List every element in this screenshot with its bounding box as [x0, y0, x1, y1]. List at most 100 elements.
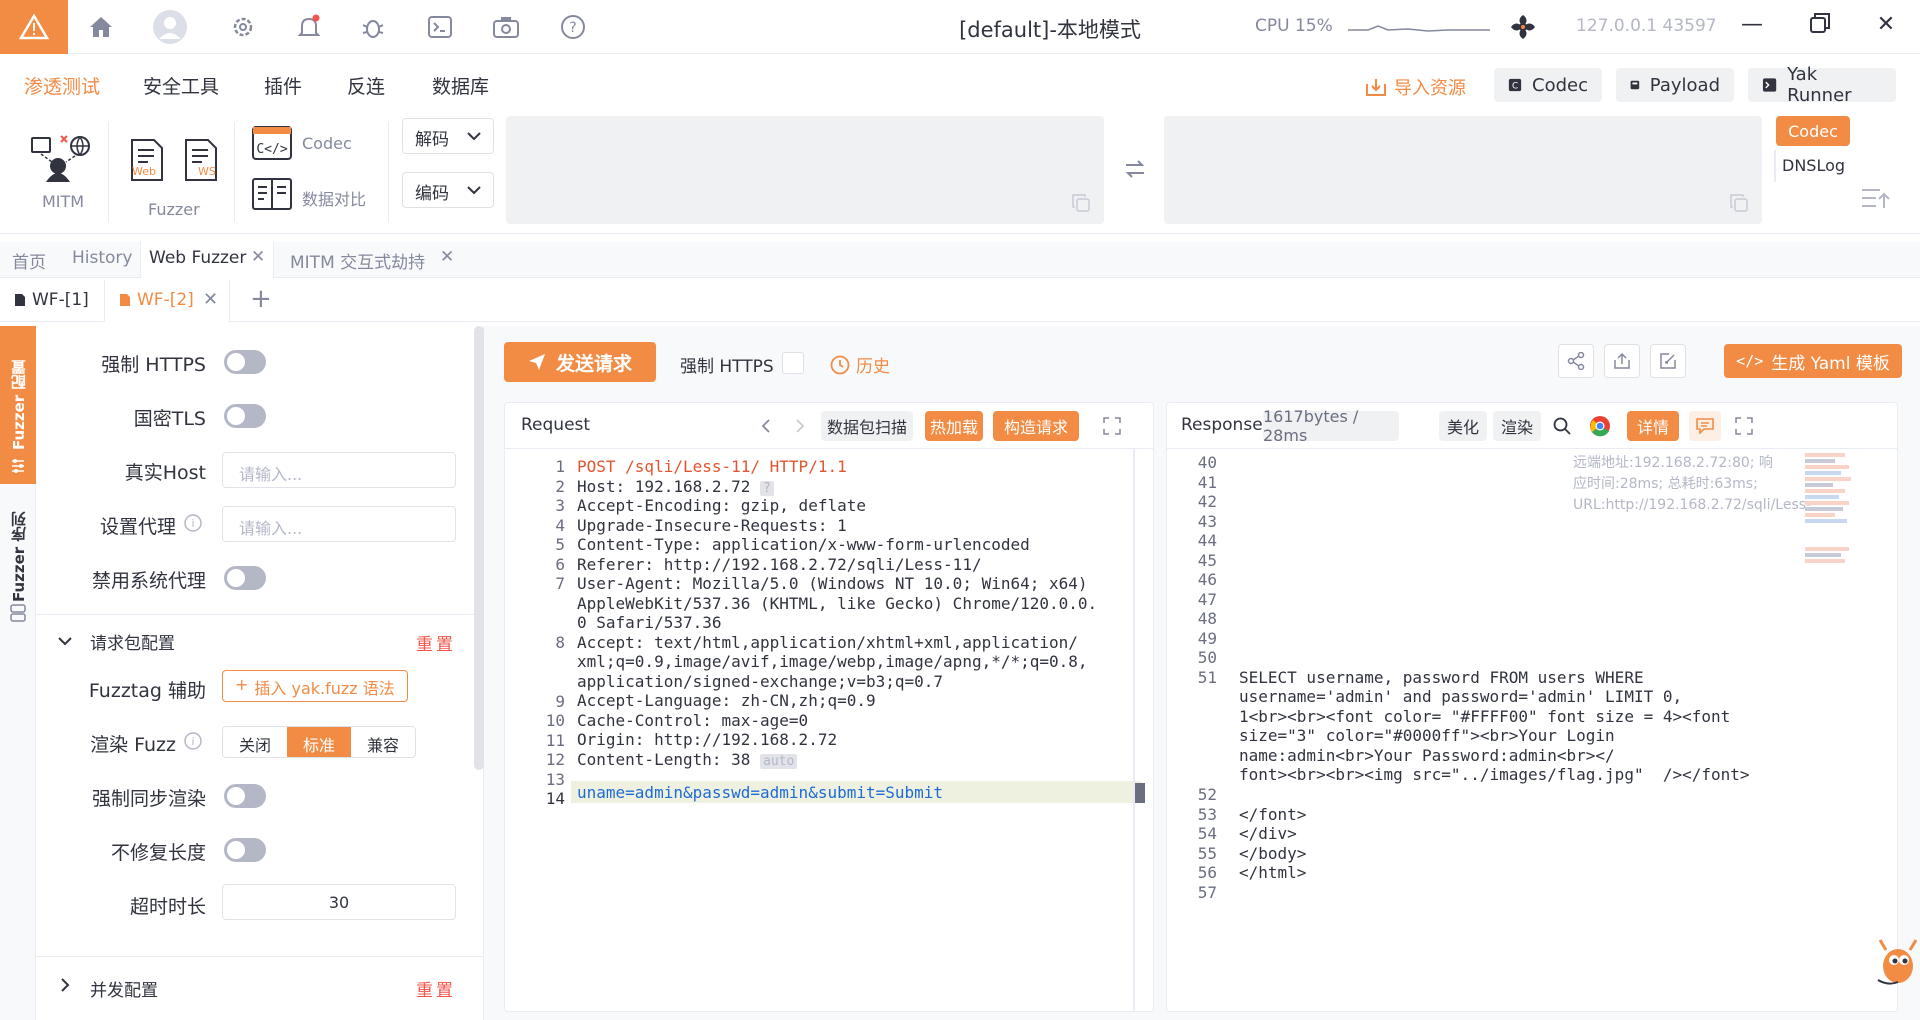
concurrency-config-header[interactable]: 并发配置	[90, 976, 158, 1001]
tab-wf-2[interactable]: WF-[2] ✕	[104, 280, 230, 322]
response-line-51-cont[interactable]: username='admin' and password='admin' LI…	[1239, 687, 1682, 706]
build-request-button[interactable]: 构造请求	[993, 411, 1079, 441]
request-line-2[interactable]: Host: 192.168.2.72 ?	[577, 477, 774, 496]
real-host-input[interactable]: 请输入...	[222, 452, 456, 488]
menu-reverse[interactable]: 反连	[347, 72, 385, 99]
bug-icon[interactable]	[358, 12, 388, 42]
info-icon[interactable]: i	[184, 732, 202, 750]
scrollbar[interactable]	[474, 326, 484, 770]
chevron-left-icon[interactable]	[761, 419, 771, 433]
reset-concurrency-button[interactable]: 重置	[416, 976, 456, 1001]
share-button[interactable]	[1558, 344, 1594, 378]
payload-button[interactable]: Payload	[1616, 68, 1734, 102]
request-line-11[interactable]: Origin: http://192.168.2.72	[577, 730, 837, 749]
request-line-10[interactable]: Cache-Control: max-age=0	[577, 711, 808, 730]
insert-yak-fuzz-button[interactable]: + 插入 yak.fuzz 语法	[222, 670, 408, 702]
gm-tls-toggle[interactable]	[224, 404, 266, 428]
history-button[interactable]: 历史	[830, 352, 890, 377]
minimize-icon[interactable]: —	[1736, 12, 1768, 42]
mitm-icon[interactable]	[28, 132, 90, 188]
response-line-56[interactable]: </html>	[1239, 863, 1306, 882]
response-line-51-cont2[interactable]: 1<br><br><font color= "#FFFF00" font siz…	[1239, 707, 1730, 726]
swap-icon[interactable]	[1124, 158, 1146, 184]
request-line-9[interactable]: Accept-Language: zh-CN,zh;q=0.9	[577, 691, 876, 710]
packet-scan-button[interactable]: 数据包扫描	[821, 411, 913, 441]
tab-home[interactable]: 首页	[12, 248, 46, 273]
fullscreen-icon[interactable]	[1735, 417, 1753, 435]
request-line-4[interactable]: Upgrade-Insecure-Requests: 1	[577, 516, 847, 535]
fullscreen-icon[interactable]	[1103, 417, 1121, 435]
request-line-8-cont2[interactable]: application/signed-exchange;v=b3;q=0.7	[577, 672, 943, 691]
encode-select[interactable]: 编码	[402, 172, 494, 208]
avatar[interactable]	[152, 9, 188, 45]
engine-icon[interactable]	[1508, 12, 1538, 46]
response-minimap[interactable]	[1805, 451, 1857, 591]
request-line-6[interactable]: Referer: http://192.168.2.72/sqli/Less-1…	[577, 555, 982, 574]
sync-render-toggle[interactable]	[224, 784, 266, 808]
request-line-5[interactable]: Content-Type: application/x-www-form-url…	[577, 535, 1030, 554]
render-button[interactable]: 渲染	[1493, 411, 1541, 441]
tab-history[interactable]: History	[72, 248, 132, 268]
ws-fuzzer-icon[interactable]: WS	[184, 138, 218, 186]
request-body-line[interactable]: uname=admin&passwd=admin&submit=Submit	[577, 783, 943, 802]
disable-sys-proxy-toggle[interactable]	[224, 566, 266, 590]
request-line-12[interactable]: Content-Length: 38 auto	[577, 750, 798, 769]
response-line-54[interactable]: </div>	[1239, 824, 1297, 843]
response-line-51-cont5[interactable]: font><br><br><img src="../images/flag.jp…	[1239, 765, 1750, 784]
menu-plugins[interactable]: 插件	[264, 72, 302, 99]
restore-icon[interactable]	[1804, 12, 1836, 42]
chrome-icon[interactable]	[1589, 415, 1611, 437]
copy-icon[interactable]	[1072, 194, 1090, 212]
codec-tool-icon[interactable]: C</>	[252, 126, 292, 164]
request-line-8-cont[interactable]: xml;q=0.9,image/avif,image/webp,image/ap…	[577, 652, 1088, 671]
chevron-right-icon[interactable]	[60, 978, 70, 992]
bell-icon[interactable]	[294, 12, 324, 42]
tab-mitm[interactable]: MITM 交互式劫持	[290, 248, 425, 273]
close-icon[interactable]: ✕	[251, 247, 265, 267]
import-resources-button[interactable]: 导入资源	[1366, 74, 1466, 100]
export-button[interactable]	[1604, 344, 1640, 378]
request-line-7[interactable]: User-Agent: Mozilla/5.0 (Windows NT 10.0…	[577, 574, 1088, 593]
chevron-right-icon[interactable]	[795, 419, 805, 433]
menu-database[interactable]: 数据库	[432, 72, 489, 99]
request-line-3[interactable]: Accept-Encoding: gzip, deflate	[577, 496, 866, 515]
dnslog-side-tab[interactable]: DNSLog	[1782, 156, 1845, 175]
vtab-fuzzer-sequence[interactable]: Fuzzer 序列	[8, 502, 29, 602]
render-standard-option[interactable]: 标准	[287, 727, 351, 757]
timeout-input[interactable]: 30	[222, 884, 456, 920]
yak-runner-button[interactable]: Yak Runner	[1748, 64, 1896, 106]
close-icon[interactable]: ✕	[203, 289, 218, 310]
response-line-51-cont4[interactable]: name:admin<br>Your Password:admin<br></	[1239, 746, 1615, 765]
hot-load-button[interactable]: 热加载	[925, 411, 983, 441]
request-line-7-cont2[interactable]: 0 Safari/537.36	[577, 613, 722, 632]
compare-label[interactable]: 数据对比	[302, 186, 366, 210]
force-https-checkbox[interactable]	[782, 352, 804, 374]
vtab-fuzzer-config[interactable]: Fuzzer 配置	[0, 326, 36, 484]
chevron-down-icon[interactable]	[58, 636, 72, 646]
send-request-button[interactable]: 发送请求	[504, 342, 656, 382]
force-https-toggle[interactable]	[224, 350, 266, 374]
tab-web-fuzzer[interactable]: Web Fuzzer ✕	[140, 242, 274, 278]
mitm-label[interactable]: MITM	[42, 192, 84, 211]
codec-output-area[interactable]	[1164, 116, 1762, 224]
response-line-51-cont3[interactable]: size="3" color="#0000ff"><br>Your Login	[1239, 726, 1615, 745]
menu-pentest[interactable]: 渗透测试	[24, 72, 100, 99]
details-button[interactable]: 详情	[1627, 411, 1679, 441]
collapse-icon[interactable]	[1860, 186, 1890, 212]
request-line-7-cont[interactable]: AppleWebKit/537.36 (KHTML, like Gecko) C…	[577, 594, 1097, 613]
request-line-8[interactable]: Accept: text/html,application/xhtml+xml,…	[577, 633, 1078, 652]
render-off-option[interactable]: 关闭	[223, 727, 287, 757]
codec-tool-label[interactable]: Codec	[302, 134, 352, 153]
codec-button[interactable]: C Codec	[1494, 68, 1602, 102]
sequence-icon[interactable]	[10, 604, 26, 622]
mascot-icon[interactable]	[1874, 936, 1920, 994]
close-icon[interactable]: ✕	[1870, 12, 1902, 42]
gear-icon[interactable]	[228, 12, 258, 42]
response-line-51[interactable]: SELECT username, password FROM users WHE…	[1239, 668, 1644, 687]
codec-side-tab[interactable]: Codec	[1776, 116, 1850, 146]
decode-select[interactable]: 解码	[402, 118, 494, 154]
search-icon[interactable]	[1553, 417, 1571, 435]
request-line-1[interactable]: POST /sqli/Less-11/ HTTP/1.1	[577, 457, 847, 476]
response-line-53[interactable]: </font>	[1239, 805, 1306, 824]
render-compat-option[interactable]: 兼容	[351, 727, 415, 757]
